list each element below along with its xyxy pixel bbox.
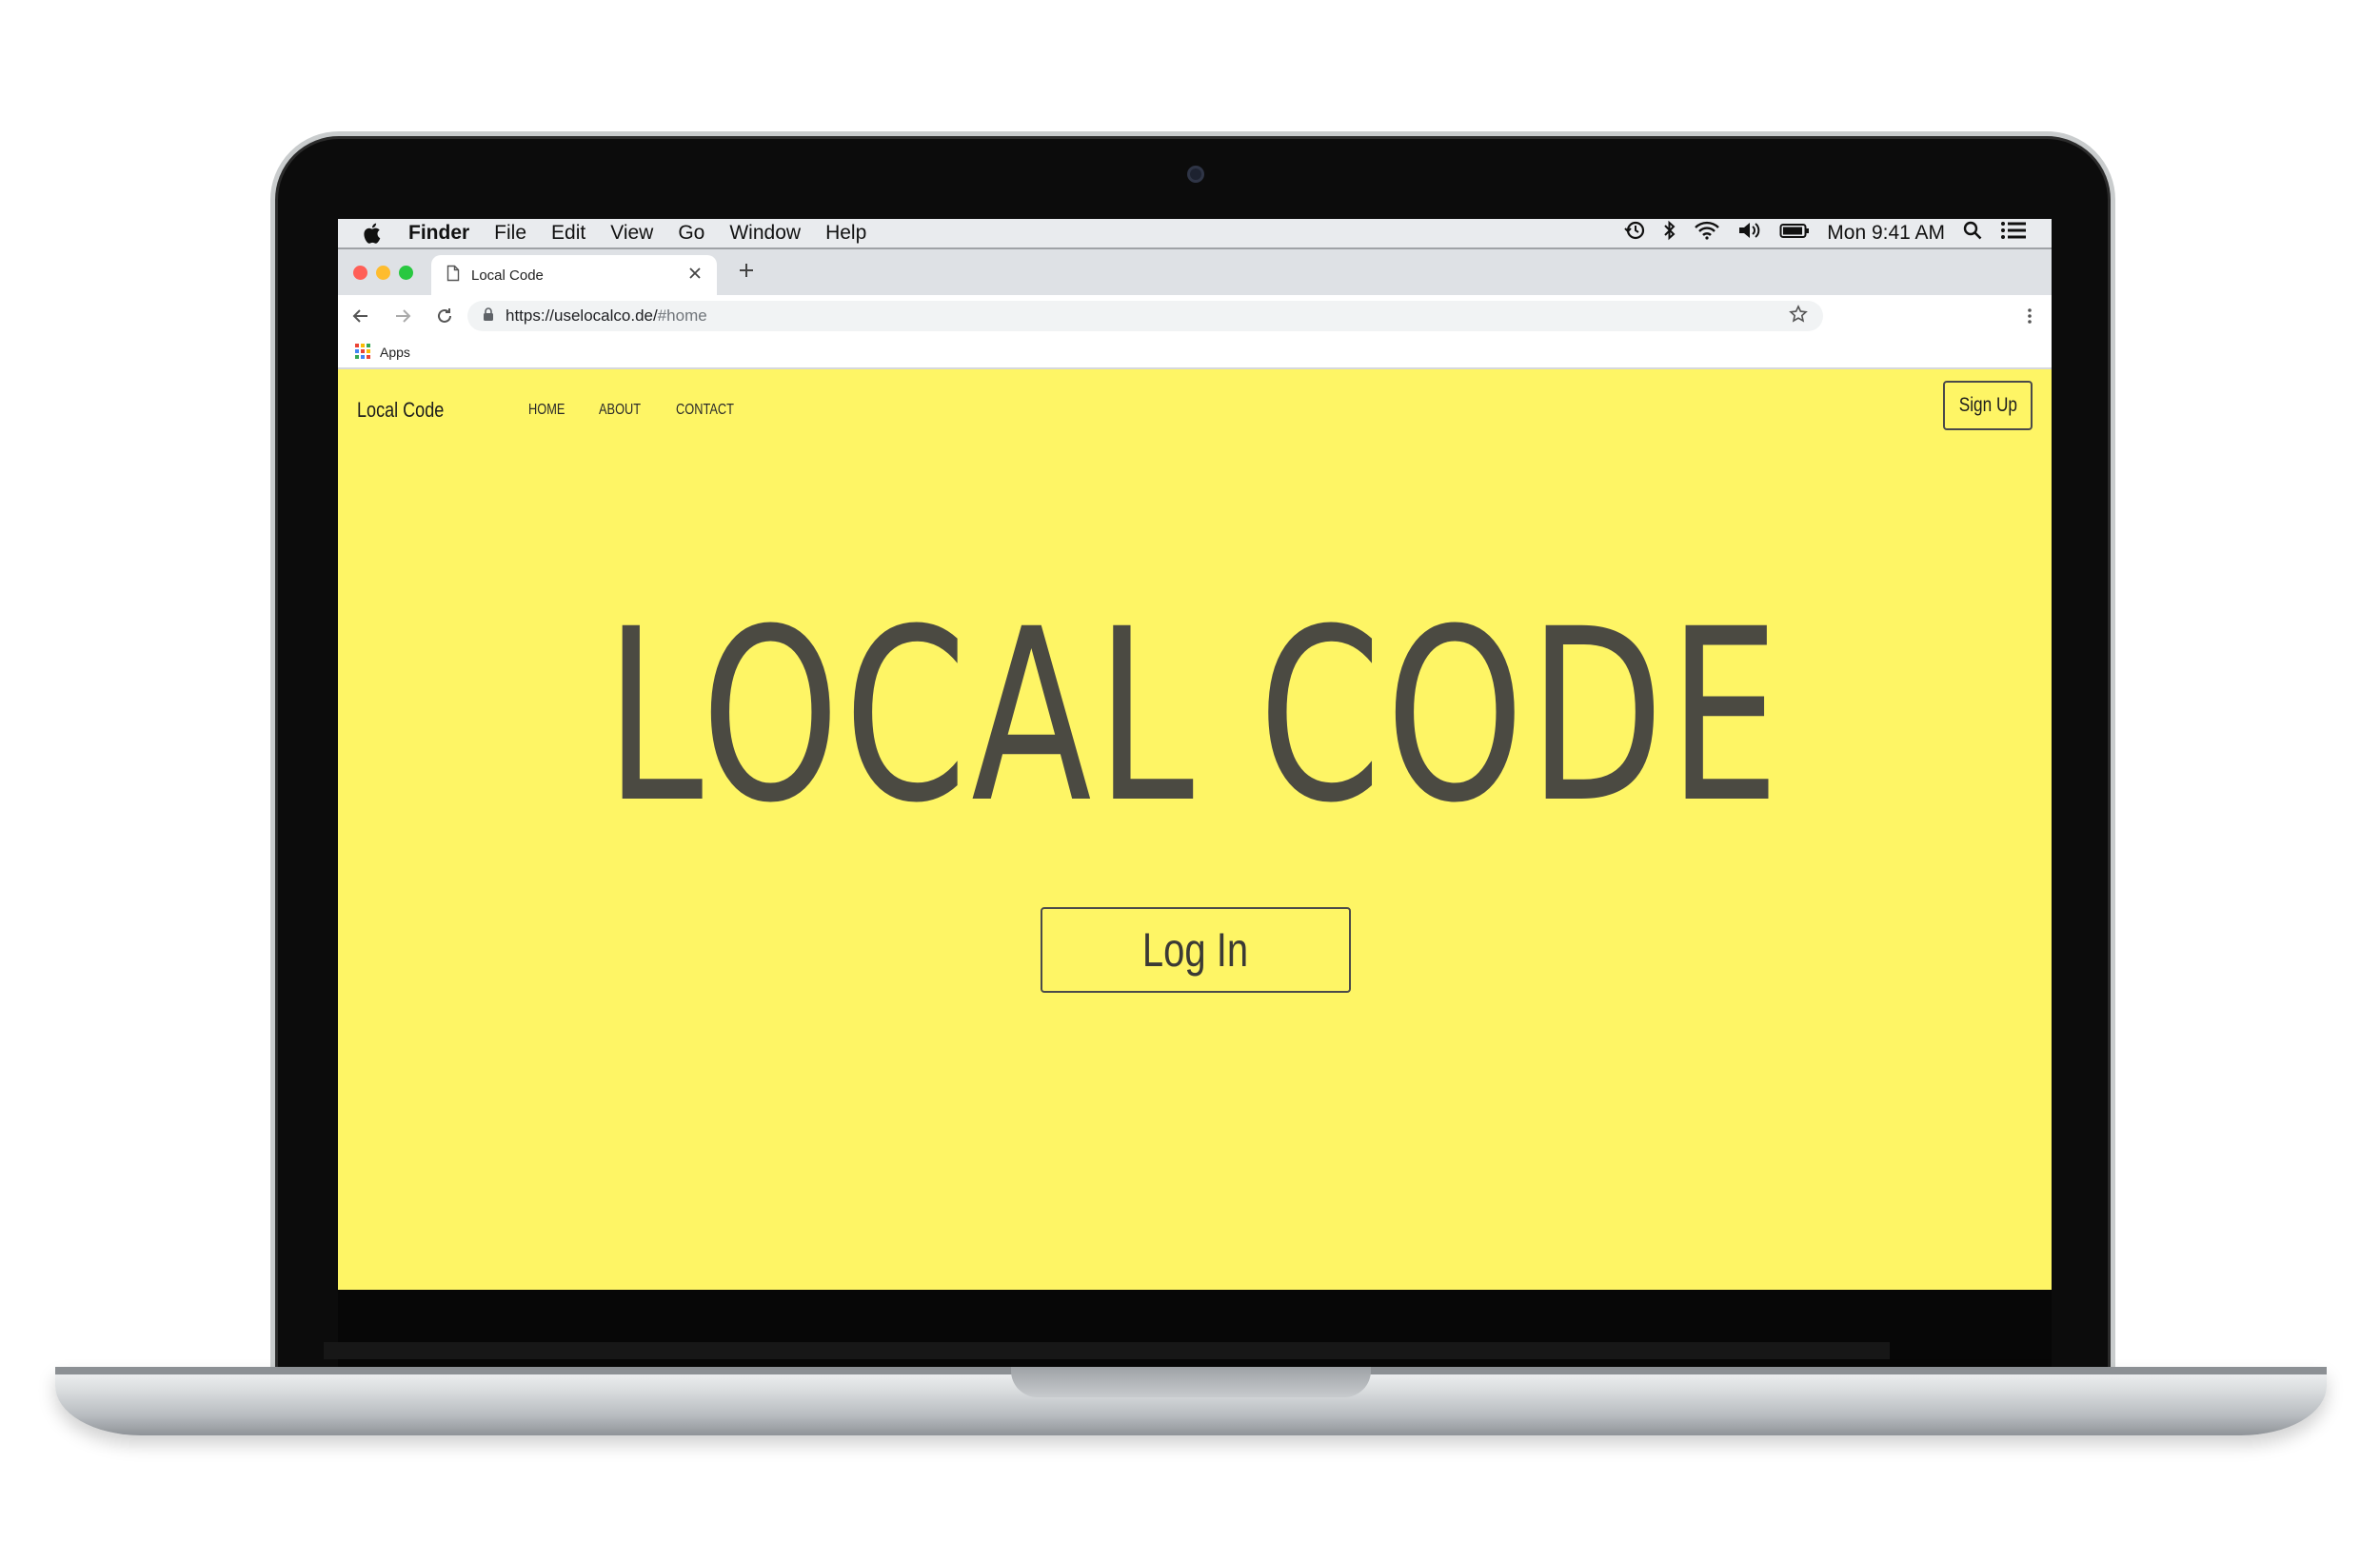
url-path: #home — [657, 306, 707, 325]
screen: Finder File Edit View Go Window Help Mon… — [338, 219, 2052, 1290]
apps-grid-icon[interactable] — [355, 343, 370, 362]
sign-up-button[interactable]: Sign Up — [1943, 381, 2033, 430]
time-machine-icon[interactable] — [1623, 220, 1646, 247]
arrow-right-icon — [396, 309, 411, 323]
browser-toolbar: https://uselocalco.de/#home — [338, 295, 2052, 337]
wifi-icon[interactable] — [1694, 220, 1720, 247]
menu-view[interactable]: View — [610, 222, 653, 245]
bezel-strip — [324, 1342, 1890, 1359]
lock-icon — [483, 306, 494, 326]
arrow-left-icon — [352, 309, 367, 323]
laptop-notch — [1011, 1367, 1371, 1397]
menu-file[interactable]: File — [494, 222, 526, 245]
web-page: Local Code HOME ABOUT CONTACT Sign Up LO… — [338, 369, 2052, 1290]
forward-button[interactable] — [384, 297, 422, 335]
bluetooth-icon[interactable] — [1663, 220, 1676, 247]
new-tab-button[interactable] — [732, 257, 761, 287]
volume-icon[interactable] — [1737, 220, 1762, 247]
hero-title: LOCAL CODE — [338, 598, 2052, 836]
sign-up-label: Sign Up — [1958, 394, 2017, 416]
tab-title: Local Code — [471, 267, 544, 284]
hero-title-text: LOCAL CODE — [605, 578, 1785, 855]
menu-clock[interactable]: Mon 9:41 AM — [1827, 222, 1945, 245]
spotlight-search-icon[interactable] — [1962, 220, 1983, 247]
browser-menu-icon[interactable] — [2027, 306, 2033, 326]
menu-edit[interactable]: Edit — [551, 222, 585, 245]
log-in-label: Log In — [1142, 923, 1249, 977]
menu-app-name[interactable]: Finder — [408, 222, 469, 245]
apps-bookmark[interactable]: Apps — [380, 345, 410, 360]
nav-about[interactable]: ABOUT — [599, 402, 641, 419]
url-host: https://uselocalco.de/ — [506, 306, 658, 325]
bookmarks-bar: Apps — [338, 337, 2052, 369]
site-brand[interactable]: Local Code — [357, 398, 444, 423]
webcam — [1187, 166, 1204, 183]
window-maximize-button[interactable] — [399, 266, 413, 280]
macos-menu-bar: Finder File Edit View Go Window Help Mon… — [338, 219, 2052, 249]
reload-button[interactable] — [426, 297, 464, 335]
nav-contact[interactable]: CONTACT — [676, 402, 734, 419]
log-in-button[interactable]: Log In — [1041, 907, 1351, 993]
close-tab-icon[interactable] — [688, 267, 702, 284]
apple-icon[interactable] — [363, 222, 384, 245]
bookmark-star-icon[interactable] — [1789, 304, 1808, 328]
window-minimize-button[interactable] — [376, 266, 390, 280]
battery-icon[interactable] — [1779, 220, 1810, 247]
browser-tab[interactable]: Local Code — [431, 255, 717, 295]
menu-window[interactable]: Window — [729, 222, 801, 245]
document-icon — [446, 265, 460, 286]
browser-tab-strip: Local Code — [338, 249, 2052, 295]
address-bar[interactable]: https://uselocalco.de/#home — [467, 301, 1823, 331]
menu-help[interactable]: Help — [825, 222, 866, 245]
nav-home[interactable]: HOME — [528, 402, 565, 419]
window-close-button[interactable] — [353, 266, 367, 280]
notification-center-icon[interactable] — [2000, 220, 2027, 247]
back-button[interactable] — [342, 297, 380, 335]
laptop-mockup: Finder File Edit View Go Window Help Mon… — [0, 0, 2380, 1562]
menu-go[interactable]: Go — [678, 222, 704, 245]
site-nav: HOME ABOUT CONTACT — [528, 402, 748, 419]
reload-icon — [438, 308, 451, 323]
